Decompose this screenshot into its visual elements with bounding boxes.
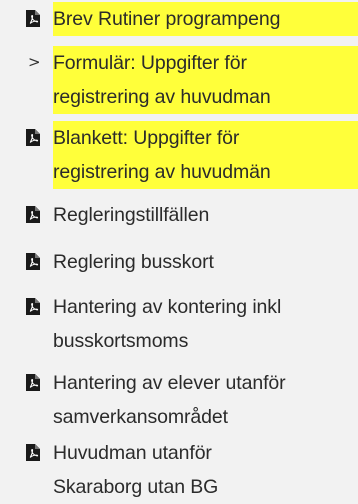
link-hantering-kontering[interactable]: Hantering av kontering inkl busskortsmom… — [26, 290, 358, 358]
link-label-line-1: Formulär: Uppgifter för — [53, 52, 247, 74]
pdf-icon — [26, 10, 40, 27]
link-label-line-2: registrering av huvudmän — [53, 161, 271, 183]
document-link-list: Brev Rutiner programpeng > Formulär: Upp… — [0, 0, 358, 504]
link-label-line-2: registrering av huvudman — [53, 86, 271, 108]
link-label-line-1: Blankett: Uppgifter för — [53, 127, 240, 149]
link-formular-uppgifter-registrering-huvudman[interactable]: > Formulär: Uppgifter för registrering a… — [26, 46, 358, 114]
link-reglering-busskort[interactable]: Reglering busskort — [26, 245, 358, 279]
link-label-line-2: samverkansområdet — [53, 406, 228, 428]
link-label: Reglering busskort — [53, 251, 214, 273]
link-hantering-elever-utanfor[interactable]: Hantering av elever utanför samverkansom… — [26, 366, 358, 434]
chevron-right-icon: > — [28, 53, 41, 71]
link-label: Brev Rutiner programpeng — [53, 2, 358, 36]
link-blankett-uppgifter-registrering-huvudman[interactable]: Blankett: Uppgifter för registrering av … — [26, 121, 358, 189]
link-regleringstillfallen[interactable]: Regleringstillfällen — [26, 198, 358, 232]
pdf-icon — [26, 129, 40, 146]
link-label-line-1: Hantering av kontering inkl — [53, 296, 282, 318]
pdf-icon — [26, 253, 40, 270]
link-label-line-2: Skaraborg utan BG — [53, 476, 219, 498]
link-label: Regleringstillfällen — [53, 204, 210, 226]
link-label-line-1: Hantering av elever utanför — [53, 372, 286, 394]
link-brev-rutiner-programpeng[interactable]: Brev Rutiner programpeng — [26, 2, 358, 36]
link-huvudman-utanfor-skaraborg[interactable]: Huvudman utanför Skaraborg utan BG — [26, 436, 358, 504]
pdf-icon — [26, 444, 40, 461]
link-label-line-2: busskortsmoms — [53, 330, 189, 352]
pdf-icon — [26, 206, 40, 223]
link-label-line-1: Huvudman utanför — [53, 442, 212, 464]
pdf-icon — [26, 374, 40, 391]
pdf-icon — [26, 298, 40, 315]
